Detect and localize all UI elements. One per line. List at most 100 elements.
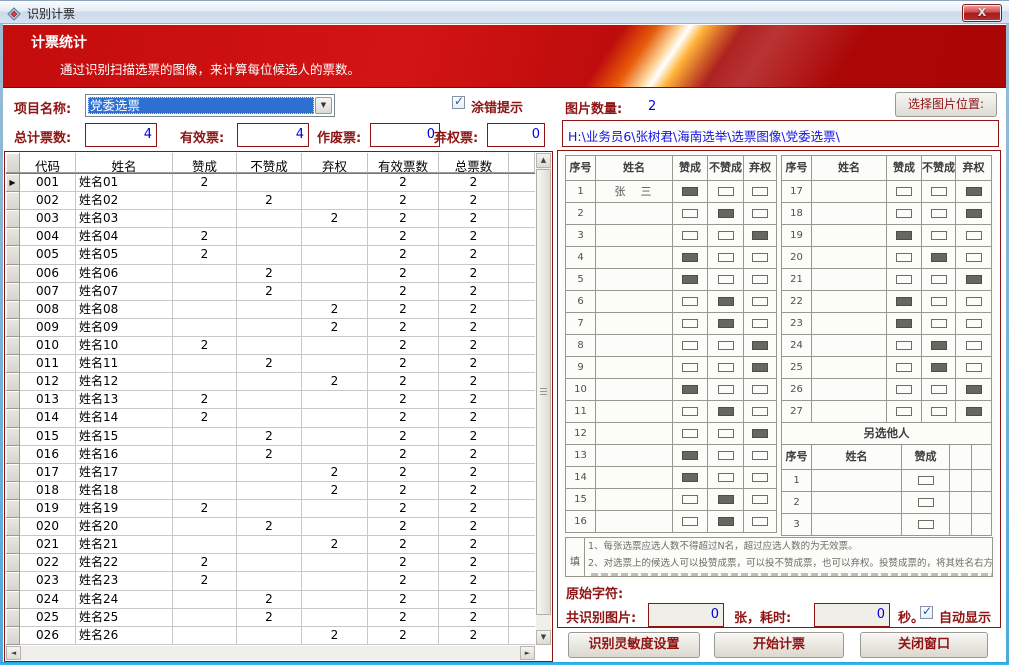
invalid-votes-field[interactable]: 0	[370, 123, 440, 147]
abstain-votes-field[interactable]: 0	[487, 123, 545, 147]
ballot-mark-cell	[708, 313, 744, 335]
row-selector[interactable]	[6, 319, 20, 337]
auto-display-checkbox[interactable]: ✓	[920, 606, 933, 619]
cell	[302, 572, 368, 590]
table-row[interactable]: 021姓名21222	[6, 536, 535, 554]
row-selector[interactable]	[6, 192, 20, 210]
table-row[interactable]: 004姓名04222	[6, 228, 535, 246]
project-select[interactable]: 党委选票 ▼	[85, 94, 335, 117]
row-selector[interactable]	[6, 428, 20, 446]
table-row[interactable]: 010姓名10222	[6, 337, 535, 355]
table-row[interactable]: 008姓名08222	[6, 301, 535, 319]
row-selector[interactable]	[6, 518, 20, 536]
table-row[interactable]: 002姓名02222	[6, 192, 535, 210]
table-row[interactable]: 025姓名25222	[6, 609, 535, 627]
ballot-scan-image: 序号姓名赞成不赞成弃权1张 三2345678910111213141516 序号…	[562, 153, 995, 579]
cell	[509, 482, 535, 500]
ballot-checkbox-empty	[752, 385, 768, 394]
valid-votes-field[interactable]: 4	[237, 123, 309, 147]
row-selector[interactable]	[6, 228, 20, 246]
table-row[interactable]: 017姓名17222	[6, 464, 535, 482]
total-votes-field[interactable]: 4	[85, 123, 157, 147]
chevron-down-icon[interactable]: ▼	[315, 97, 332, 114]
scroll-right-icon[interactable]: ►	[520, 646, 535, 660]
image-path-field[interactable]: H:\业务员6\张树君\海南选举\选票图像\党委选票\	[562, 120, 999, 147]
row-selector[interactable]: ▶	[6, 174, 20, 192]
row-selector[interactable]	[6, 265, 20, 283]
table-row[interactable]: 012姓名12222	[6, 373, 535, 391]
row-selector[interactable]	[6, 355, 20, 373]
row-selector[interactable]	[6, 482, 20, 500]
table-row[interactable]: ▶001姓名01222	[6, 174, 535, 192]
table-row[interactable]: 005姓名05222	[6, 246, 535, 264]
table-row[interactable]: 020姓名20222	[6, 518, 535, 536]
cell: 2	[439, 319, 509, 337]
row-selector[interactable]	[6, 446, 20, 464]
table-row[interactable]: 026姓名26222	[6, 627, 535, 645]
row-selector[interactable]	[6, 554, 20, 572]
row-selector[interactable]	[6, 210, 20, 228]
close-window-icon[interactable]: X	[962, 4, 1002, 22]
row-selector[interactable]	[6, 337, 20, 355]
cell	[173, 428, 237, 446]
scroll-left-icon[interactable]: ◄	[6, 646, 21, 660]
ballot-name	[596, 467, 673, 489]
cell: 2	[173, 391, 237, 409]
scroll-up-icon[interactable]: ▲	[536, 153, 551, 168]
ballot-mark-cell	[744, 313, 777, 335]
table-row[interactable]: 009姓名09222	[6, 319, 535, 337]
table-row[interactable]: 023姓名23222	[6, 572, 535, 590]
table-row[interactable]: 024姓名24222	[6, 591, 535, 609]
close-window-button[interactable]: 关闭窗口	[860, 632, 988, 658]
row-selector[interactable]	[6, 283, 20, 301]
row-selector[interactable]	[6, 591, 20, 609]
table-row[interactable]: 022姓名22222	[6, 554, 535, 572]
ballot-mark-cell	[956, 379, 992, 401]
cell: 2	[439, 373, 509, 391]
start-counting-button[interactable]: 开始计票	[714, 632, 844, 658]
ballot-mark-cell	[922, 357, 956, 379]
row-selector[interactable]	[6, 391, 20, 409]
row-selector[interactable]	[6, 627, 20, 645]
elapsed-time-field[interactable]: 0	[814, 603, 890, 627]
ballot-row: 13	[566, 445, 777, 467]
cell: 2	[439, 391, 509, 409]
ballot-mark-cell	[744, 335, 777, 357]
row-selector[interactable]	[6, 536, 20, 554]
table-row[interactable]: 003姓名03222	[6, 210, 535, 228]
scroll-down-icon[interactable]: ▼	[536, 630, 551, 645]
table-row[interactable]: 016姓名16222	[6, 446, 535, 464]
row-selector[interactable]	[6, 301, 20, 319]
vertical-scrollbar-thumb[interactable]	[536, 169, 551, 615]
table-row[interactable]: 019姓名19222	[6, 500, 535, 518]
smudge-hint-checkbox[interactable]: ✓	[452, 96, 465, 109]
cell: 姓名26	[76, 627, 173, 645]
vertical-scrollbar[interactable]: ▲ ▼	[536, 153, 551, 645]
table-row[interactable]: 011姓名11222	[6, 355, 535, 373]
ballot-mark-cell	[744, 489, 777, 511]
ballot-seq: 15	[566, 489, 596, 511]
row-selector[interactable]	[6, 572, 20, 590]
select-image-location-button[interactable]: 选择图片位置:	[895, 92, 997, 117]
table-row[interactable]: 007姓名07222	[6, 283, 535, 301]
row-selector[interactable]	[6, 609, 20, 627]
row-selector[interactable]	[6, 409, 20, 427]
cell: 2	[368, 373, 439, 391]
table-row[interactable]: 006姓名06222	[6, 265, 535, 283]
table-row[interactable]: 018姓名18222	[6, 482, 535, 500]
cell	[173, 518, 237, 536]
recognized-images-field[interactable]: 0	[648, 603, 724, 627]
table-row[interactable]: 014姓名14222	[6, 409, 535, 427]
table-row[interactable]: 013姓名13222	[6, 391, 535, 409]
horizontal-scrollbar[interactable]: ◄ ►	[6, 646, 535, 660]
sensitivity-settings-button[interactable]: 识别灵敏度设置	[568, 632, 700, 658]
ballot-checkbox-empty	[966, 231, 982, 240]
table-row[interactable]: 015姓名15222	[6, 428, 535, 446]
ballot-mark-cell	[956, 225, 992, 247]
row-selector[interactable]	[6, 500, 20, 518]
cell: 018	[20, 482, 76, 500]
row-selector[interactable]	[6, 373, 20, 391]
row-selector[interactable]	[6, 246, 20, 264]
row-selector[interactable]	[6, 464, 20, 482]
cell: 2	[439, 246, 509, 264]
